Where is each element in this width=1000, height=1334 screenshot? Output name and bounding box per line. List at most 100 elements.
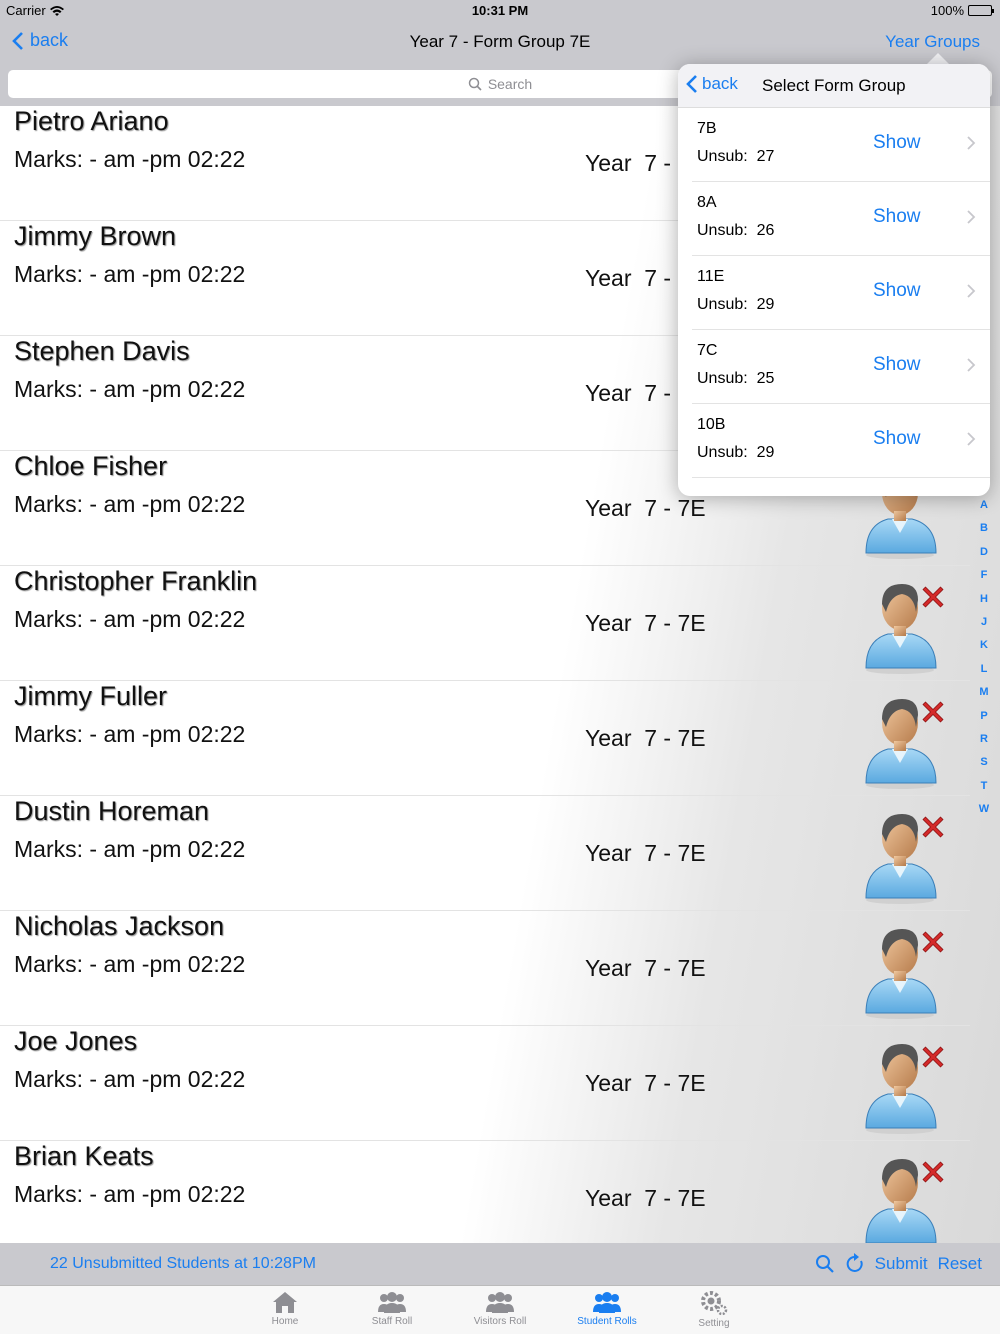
show-button[interactable]: Show [873, 428, 921, 450]
index-letter[interactable]: D [980, 541, 988, 564]
absent-x-icon[interactable] [918, 927, 948, 957]
student-name: Stephen Davis [14, 336, 190, 366]
form-group-code: 8A [697, 194, 717, 211]
tab-label: Home [271, 1316, 299, 1327]
student-row[interactable]: Joe Jones Marks: - am -pm 02:22 Year 7 -… [0, 1026, 970, 1141]
index-letter[interactable]: R [980, 728, 988, 751]
visitors-icon [486, 1292, 514, 1313]
form-group-list[interactable]: 7B Unsub: 27 Show 8A Unsub: 26 Show 11E … [678, 108, 990, 478]
student-marks: Marks: - am -pm 02:22 [14, 261, 246, 287]
student-row[interactable]: Nicholas Jackson Marks: - am -pm 02:22 Y… [0, 911, 970, 1026]
tab-student-rolls[interactable]: Student Rolls [562, 1290, 652, 1327]
index-letter[interactable]: J [981, 611, 987, 634]
form-group-unsub: Unsub: 29 [697, 296, 775, 313]
student-year: Year 7 - 7E [585, 955, 706, 981]
search-placeholder: Search [487, 76, 533, 92]
battery-percent: 100% [930, 3, 964, 18]
form-group-row[interactable]: 11E Unsub: 29 Show [692, 256, 990, 330]
form-group-code: 7B [697, 120, 717, 137]
form-group-unsub: Unsub: 26 [697, 222, 775, 239]
form-group-row[interactable]: 7C Unsub: 25 Show [692, 330, 990, 404]
index-letter[interactable]: L [981, 658, 988, 681]
student-name: Dustin Horeman [14, 796, 210, 826]
form-group-row[interactable]: 10B Unsub: 29 Show [692, 404, 990, 478]
student-row[interactable]: Brian Keats Marks: - am -pm 02:22 Year 7… [0, 1141, 970, 1243]
form-group-unsub: Unsub: 29 [697, 444, 775, 461]
status-bar: Carrier 10:31 PM 100% [0, 0, 1000, 22]
form-group-popover: back Select Form Group 7B Unsub: 27 Show… [678, 64, 990, 496]
form-group-code: 11E [697, 268, 725, 285]
form-group-code: 10B [697, 416, 726, 433]
index-letter[interactable]: W [979, 798, 989, 821]
student-year: Year 7 - 7E [585, 495, 706, 521]
form-group-unsub: Unsub: 27 [697, 148, 775, 165]
index-letter[interactable]: P [980, 705, 987, 728]
form-group-code: 7C [697, 342, 718, 359]
tab-label: Staff Roll [371, 1316, 413, 1327]
student-marks: Marks: - am -pm 02:22 [14, 1181, 246, 1207]
tab-label: Student Rolls [577, 1316, 637, 1327]
student-name: Joe Jones [14, 1026, 138, 1056]
index-letter[interactable]: T [981, 775, 988, 798]
student-year: Year 7 - 7E [585, 1185, 706, 1211]
home-icon [273, 1292, 297, 1313]
absent-x-icon[interactable] [918, 1157, 948, 1187]
index-letter[interactable]: M [979, 681, 988, 704]
absent-x-icon[interactable] [918, 812, 948, 842]
student-row[interactable]: Christopher Franklin Marks: - am -pm 02:… [0, 566, 970, 681]
index-letter[interactable]: K [980, 634, 988, 657]
navigation-bar: back Year 7 - Form Group 7E Year Groups [0, 22, 1000, 64]
student-name: Pietro Ariano [14, 106, 169, 136]
student-row[interactable]: Dustin Horeman Marks: - am -pm 02:22 Yea… [0, 796, 970, 911]
index-letter[interactable]: B [980, 517, 988, 540]
form-group-row[interactable]: 8A Unsub: 26 Show [692, 182, 990, 256]
tab-staff-roll[interactable]: Staff Roll [347, 1290, 437, 1327]
tab-setting[interactable]: Setting [669, 1290, 759, 1329]
student-year: Year 7 - 7E [585, 610, 706, 636]
student-marks: Marks: - am -pm 02:22 [14, 721, 246, 747]
absent-x-icon[interactable] [918, 582, 948, 612]
popover-header: back Select Form Group [678, 64, 990, 108]
chevron-right-icon [967, 358, 976, 372]
absent-x-icon[interactable] [918, 1042, 948, 1072]
show-button[interactable]: Show [873, 206, 921, 228]
student-marks: Marks: - am -pm 02:22 [14, 836, 246, 862]
status-time: 10:31 PM [471, 3, 529, 18]
search-icon[interactable] [815, 1254, 835, 1274]
year-groups-button[interactable]: Year Groups [885, 32, 980, 52]
index-letter[interactable]: H [980, 588, 988, 611]
show-button[interactable]: Show [873, 354, 921, 376]
student-marks: Marks: - am -pm 02:22 [14, 146, 246, 172]
submit-button[interactable]: Submit [875, 1254, 928, 1274]
student-name: Chloe Fisher [14, 451, 168, 481]
gear-icon [701, 1291, 728, 1316]
absent-x-icon[interactable] [918, 697, 948, 727]
student-name: Jimmy Brown [14, 221, 177, 251]
tab-home[interactable]: Home [240, 1290, 330, 1327]
refresh-icon[interactable] [845, 1253, 865, 1275]
form-group-row[interactable]: 7B Unsub: 27 Show [692, 108, 990, 182]
tab-bar: Home Staff Roll Visitors Roll Student Ro… [0, 1285, 1000, 1334]
show-button[interactable]: Show [873, 132, 921, 154]
student-row[interactable]: Jimmy Fuller Marks: - am -pm 02:22 Year … [0, 681, 970, 796]
students-icon [593, 1292, 621, 1313]
chevron-left-icon [686, 75, 697, 93]
section-index[interactable]: A B D F H J K L M P R S T W [972, 494, 996, 821]
student-marks: Marks: - am -pm 02:22 [14, 491, 246, 517]
reset-button[interactable]: Reset [938, 1254, 982, 1274]
student-marks: Marks: - am -pm 02:22 [14, 951, 246, 977]
popover-title: Select Form Group [762, 76, 906, 95]
index-letter[interactable]: A [980, 494, 988, 517]
popover-back-button[interactable]: back [686, 74, 738, 94]
page-title: Year 7 - Form Group 7E [409, 32, 591, 51]
student-year: Year 7 - 7E [585, 725, 706, 751]
popover-back-label: back [702, 74, 738, 93]
tab-visitors-roll[interactable]: Visitors Roll [455, 1290, 545, 1327]
student-marks: Marks: - am -pm 02:22 [14, 1066, 246, 1092]
toolbar-actions: Submit Reset [815, 1253, 982, 1275]
chevron-right-icon [967, 284, 976, 298]
show-button[interactable]: Show [873, 280, 921, 302]
index-letter[interactable]: F [981, 564, 988, 587]
index-letter[interactable]: S [980, 751, 987, 774]
student-year: Year 7 - 7E [585, 1070, 706, 1096]
